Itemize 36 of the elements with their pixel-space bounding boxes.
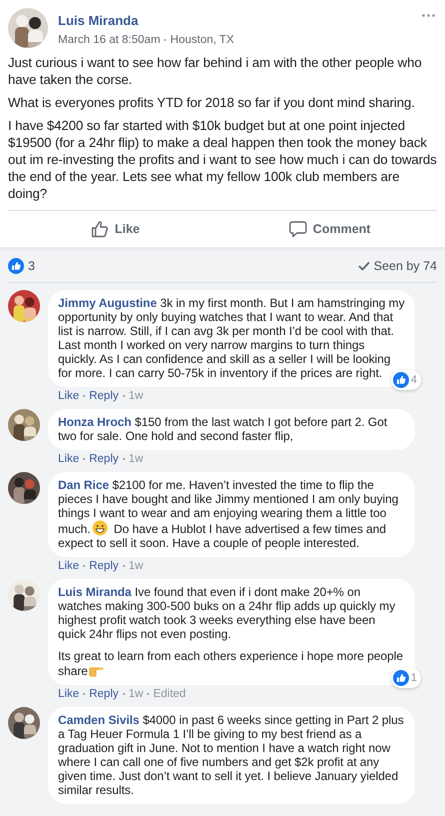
post-location[interactable]: Houston, TX: [170, 34, 234, 46]
comment-text: Luis Miranda Ive found that even if i dont make 20+% on watches making 300-500 buks on a 24hr flip adds up quickly my highest profit watch took 3 weeks everything else have been quick 24hr flips not even posting.: [58, 585, 396, 641]
author-name[interactable]: Luis Miranda: [58, 13, 138, 28]
post-text: What is everyones profits YTD for 2018 so far if you dont mind sharing.: [8, 94, 416, 111]
commenter-name[interactable]: Honza Hroch: [58, 415, 132, 429]
comment-text: Honza Hroch $150 from the last watch I got before part 2. Got two for sale. One hold and second faster flip,: [58, 415, 388, 443]
like-link[interactable]: Like: [58, 453, 80, 465]
like-reaction-icon: [8, 258, 24, 274]
like-link[interactable]: Like: [58, 688, 80, 700]
more-options-icon[interactable]: [422, 14, 435, 17]
reply-link[interactable]: Reply: [89, 560, 119, 572]
like-link[interactable]: Like: [58, 560, 80, 572]
comment-button[interactable]: Comment: [222, 211, 437, 247]
like-reaction-icon: [392, 372, 409, 388]
reply-link[interactable]: Reply: [89, 688, 119, 700]
reaction-count[interactable]: 3: [28, 259, 35, 273]
seen-by-count[interactable]: Seen by 74: [374, 259, 437, 273]
post-text: Just curious i want to see how far behind i am with the other people who have taken the corse.: [8, 54, 423, 88]
post-text: I have $4200 so far started with $10k budget but at one point injected $19500 (for a 24hr flip) to make a deal happen then took the money back out im re-investing the profits and i want to see how much i can do towards the end of the year. Lets see what my fellow 100k club members are doing?: [8, 117, 437, 202]
reply-link[interactable]: Reply: [89, 390, 119, 402]
commenter-name[interactable]: Jimmy Augustine: [58, 296, 157, 310]
thumbs-up-icon: [90, 220, 109, 238]
speech-bubble-icon: [288, 220, 307, 238]
commenter-name[interactable]: Dan Rice: [58, 478, 109, 492]
reply-link[interactable]: Reply: [89, 453, 119, 465]
checkmark-icon: [358, 261, 370, 271]
comment-text: Dan Rice $2100 for me. Haven’t invested the time to flip the pieces I have bought and like Jimmy mentioned I am only buying things I want to wear and am enjoying wearing them a little too much. Do have a Hublot I have advertised a few times and expect to sell it soon. Have a couple of people interested.: [58, 478, 400, 550]
post-time[interactable]: March 16 at 8:50am: [58, 34, 160, 46]
edited-label: Edited: [153, 688, 186, 700]
smiley-icon: [92, 520, 108, 536]
comment-text: Camden Sivils $4000 in past 6 weeks since getting in Part 2 plus a Tag Heuer Formula 1 I’ll be giving to my best friend as a graduation gift in June. Not to mention I have a watch right now where I can call one of five numbers and get $2k profit at any given time. Just don’t want to sell it yet. I believe January yielded similar results.: [58, 713, 405, 797]
commenter-name[interactable]: Luis Miranda: [58, 585, 132, 599]
like-reaction-icon: [392, 670, 409, 686]
commenter-name[interactable]: Camden Sivils: [58, 713, 140, 727]
like-link[interactable]: Like: [58, 390, 80, 402]
like-button[interactable]: Like: [8, 211, 222, 247]
